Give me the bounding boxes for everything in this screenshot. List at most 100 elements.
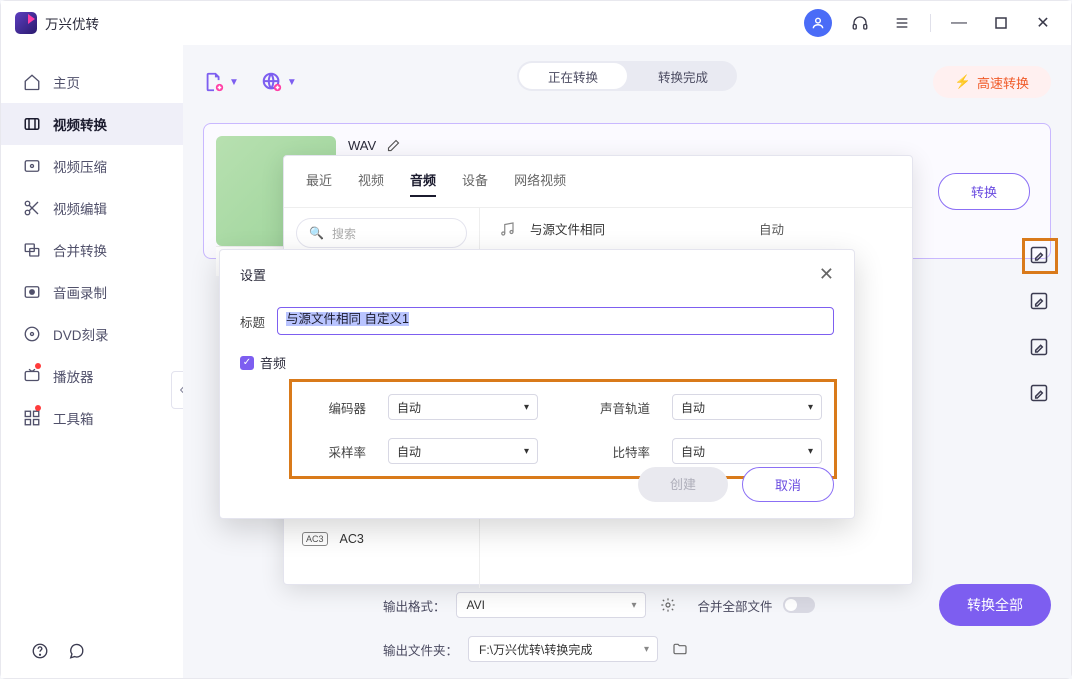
record-icon: [23, 283, 41, 301]
sidebar-item-label: 视频压缩: [53, 156, 107, 176]
format-tab-video[interactable]: 视频: [358, 170, 384, 197]
sidebar-item-label: 工具箱: [53, 408, 94, 428]
format-tab-audio[interactable]: 音频: [410, 170, 436, 197]
grid-icon: [23, 409, 41, 427]
bolt-icon: ⚡: [955, 74, 971, 90]
fast-convert-label: 高速转换: [977, 73, 1029, 92]
fast-convert-button[interactable]: ⚡ 高速转换: [933, 66, 1051, 98]
convert-all-button[interactable]: 转换全部: [939, 584, 1051, 626]
sidebar: 主页 视频转换 视频压缩 视频编辑 合并转换 音画录制 DVD刻录 播放器 工具…: [1, 45, 183, 678]
status-tabs: 正在转换 转换完成: [517, 61, 737, 91]
close-icon[interactable]: ✕: [819, 264, 834, 285]
chevron-down-icon: ▼: [229, 77, 239, 88]
chevron-down-icon: ▾: [808, 446, 813, 457]
add-file-button[interactable]: ▼: [203, 71, 239, 93]
merge-icon: [23, 241, 41, 259]
sidebar-item-record[interactable]: 音画录制: [1, 271, 183, 313]
app-title: 万兴优转: [45, 13, 99, 33]
format-profile-auto: 自动: [759, 219, 784, 238]
samplerate-select[interactable]: 自动▾: [388, 438, 538, 464]
bitrate-label: 比特率: [560, 442, 650, 461]
merge-toggle[interactable]: [783, 597, 815, 613]
audio-checkbox-label: 音频: [260, 353, 286, 372]
close-button[interactable]: ✕: [1029, 9, 1057, 37]
add-url-button[interactable]: ▼: [261, 71, 297, 93]
format-search-input[interactable]: 🔍搜索: [296, 218, 467, 248]
edit-profile-icon[interactable]: [1029, 291, 1051, 313]
minimize-button[interactable]: —: [945, 9, 973, 37]
tv-icon: [23, 367, 41, 385]
sidebar-item-player[interactable]: 播放器: [1, 355, 183, 397]
chevron-down-icon: ▾: [644, 644, 649, 655]
audio-settings-grid: 编码器 自动▾ 声音轨道 自动▾ 采样率 自动▾ 比特率 自动▾: [292, 382, 834, 476]
cancel-button[interactable]: 取消: [742, 467, 834, 502]
sidebar-item-dvd[interactable]: DVD刻录: [1, 313, 183, 355]
merge-files-label: 合并全部文件: [698, 596, 773, 615]
compress-icon: [23, 157, 41, 175]
settings-title: 设置: [240, 265, 266, 284]
bitrate-select[interactable]: 自动▾: [672, 438, 822, 464]
sidebar-item-label: 播放器: [53, 366, 94, 386]
settings-dialog: 设置 ✕ 标题 与源文件相同 自定义1 ✓ 音频 编码器 自动▾ 声音轨道 自动…: [219, 249, 855, 519]
edit-profile-icon[interactable]: [1029, 245, 1051, 267]
output-folder-select[interactable]: F:\万兴优转\转换完成▾: [468, 636, 658, 662]
channel-label: 声音轨道: [560, 398, 650, 417]
sidebar-item-label: 主页: [53, 72, 80, 92]
format-tab-device[interactable]: 设备: [462, 170, 488, 197]
audio-checkbox[interactable]: ✓ 音频: [240, 353, 834, 372]
sidebar-item-label: 音画录制: [53, 282, 107, 302]
checkbox-icon: ✓: [240, 356, 254, 370]
sidebar-item-toolbox[interactable]: 工具箱: [1, 397, 183, 439]
chevron-down-icon: ▼: [287, 77, 297, 88]
encoder-label: 编码器: [310, 398, 366, 417]
samplerate-label: 采样率: [310, 442, 366, 461]
ac3-badge-icon: AC3: [302, 532, 328, 546]
sidebar-item-edit[interactable]: 视频编辑: [1, 187, 183, 229]
music-icon: [498, 220, 516, 238]
folder-icon[interactable]: [668, 637, 692, 661]
sidebar-item-label: 视频转换: [53, 114, 107, 134]
help-icon[interactable]: [31, 642, 49, 660]
add-url-icon: [261, 71, 283, 93]
output-format-select[interactable]: AVI▾: [456, 592, 646, 618]
chevron-down-icon: ▾: [631, 600, 636, 611]
edit-profile-icon[interactable]: [1029, 337, 1051, 359]
chevron-down-icon: ▾: [808, 402, 813, 413]
footer: 输出格式： AVI▾ 合并全部文件 转换全部 输出文件夹： F:\万兴优转\转换…: [383, 584, 1051, 662]
sidebar-item-compress[interactable]: 视频压缩: [1, 145, 183, 187]
format-tab-recent[interactable]: 最近: [306, 170, 332, 197]
format-item-ac3[interactable]: AC3AC3: [296, 524, 466, 554]
title-input[interactable]: 与源文件相同 自定义1: [277, 307, 834, 335]
file-format-label: WAV: [348, 138, 376, 153]
disc-icon: [23, 325, 41, 343]
encoder-select[interactable]: 自动▾: [388, 394, 538, 420]
format-profile-row[interactable]: 与源文件相同 自动: [480, 208, 912, 249]
output-folder-label: 输出文件夹：: [383, 640, 458, 659]
film-icon: [23, 115, 41, 133]
sidebar-item-home[interactable]: 主页: [1, 61, 183, 103]
tab-converting[interactable]: 正在转换: [519, 63, 627, 89]
maximize-button[interactable]: [987, 9, 1015, 37]
create-button[interactable]: 创建: [638, 467, 728, 502]
chevron-down-icon: ▾: [524, 402, 529, 413]
convert-button[interactable]: 转换: [938, 173, 1030, 210]
scissors-icon: [23, 199, 41, 217]
chat-icon[interactable]: [67, 642, 85, 660]
edit-title-icon[interactable]: [386, 138, 401, 153]
app-logo: 万兴优转: [15, 12, 99, 34]
edit-profile-icon[interactable]: [1029, 383, 1051, 405]
user-icon[interactable]: [804, 9, 832, 37]
sidebar-item-merge[interactable]: 合并转换: [1, 229, 183, 271]
titlebar: 万兴优转 — ✕: [1, 1, 1071, 45]
gear-icon[interactable]: [656, 593, 680, 617]
title-field-label: 标题: [240, 312, 265, 331]
headset-icon[interactable]: [846, 9, 874, 37]
add-file-icon: [203, 71, 225, 93]
tab-completed[interactable]: 转换完成: [629, 61, 737, 91]
menu-icon[interactable]: [888, 9, 916, 37]
format-tab-web[interactable]: 网络视频: [514, 170, 566, 197]
channel-select[interactable]: 自动▾: [672, 394, 822, 420]
sidebar-item-video-convert[interactable]: 视频转换: [1, 103, 183, 145]
sidebar-item-label: 视频编辑: [53, 198, 107, 218]
output-format-label: 输出格式：: [383, 596, 446, 615]
